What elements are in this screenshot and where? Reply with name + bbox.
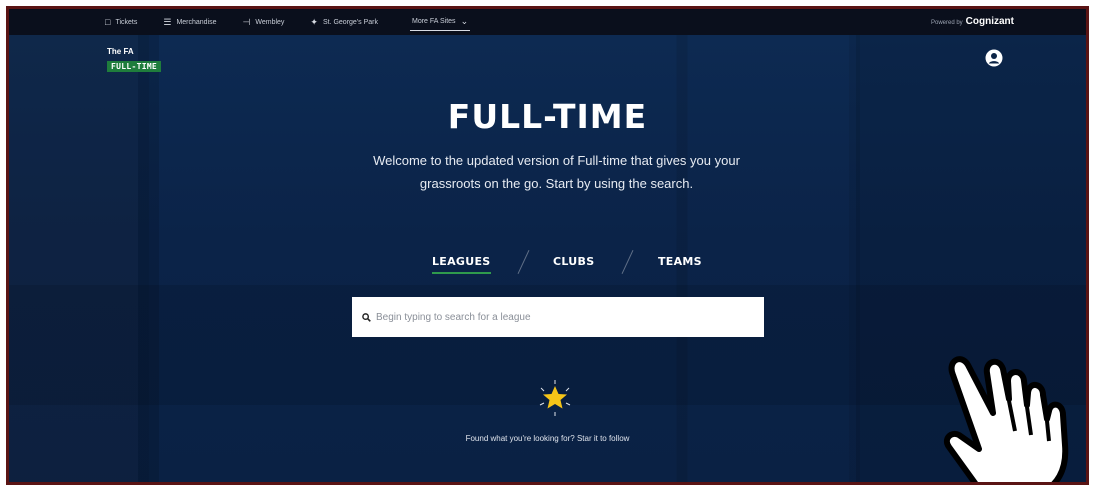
st-georges-park-label: St. George's Park [322, 18, 378, 26]
tickets-label: Tickets [115, 18, 138, 26]
tab-teams[interactable]: TEAMS [658, 255, 702, 268]
search-input[interactable] [376, 311, 756, 323]
merchandise-label: Merchandise [176, 18, 217, 26]
follow-hint-text: Found what you're looking for? Star it t… [465, 434, 630, 443]
league-search-box[interactable] [352, 297, 764, 337]
user-account-icon[interactable] [985, 49, 1003, 67]
cognizant-logo: Cognizant [965, 16, 1014, 27]
chevron-down-icon: ⌄ [460, 15, 469, 26]
stadium-icon: ⊣ [242, 16, 251, 27]
tab-divider [621, 250, 634, 274]
welcome-line-2: grassroots on the go. Start by using the… [419, 176, 694, 191]
utility-bar: □ Tickets ☰ Merchandise ⊣ Wembley ✦ St. … [9, 9, 1086, 35]
ticket-icon: □ [105, 17, 111, 27]
hero-section: The FA FULL-TIME FULL-TIME Welcome to th… [9, 35, 1086, 482]
st-georges-park-link[interactable]: ✦ St. George's Park [310, 9, 378, 35]
search-icon [362, 312, 371, 322]
plane-icon: ✦ [310, 16, 318, 27]
tab-clubs[interactable]: CLUBS [553, 255, 594, 268]
wembley-label: Wembley [255, 18, 285, 26]
more-fa-sites-label: More FA Sites [411, 17, 456, 25]
hand-pointer-cursor-icon [943, 356, 1069, 482]
powered-by[interactable]: Powered by Cognizant [931, 16, 1014, 27]
powered-by-label: Powered by [930, 20, 963, 26]
search-type-tabs: LEAGUES CLUBS TEAMS [9, 249, 1086, 279]
screenshot-frame: □ Tickets ☰ Merchandise ⊣ Wembley ✦ St. … [6, 6, 1089, 485]
page-title: FULL-TIME [447, 97, 648, 136]
shopping-cart-icon: ☰ [163, 16, 172, 27]
welcome-line-1: Welcome to the updated version of Full-t… [373, 153, 740, 168]
merchandise-link[interactable]: ☰ Merchandise [163, 9, 216, 35]
tab-divider [517, 250, 530, 274]
more-fa-sites-dropdown[interactable]: More FA Sites ⌄ [409, 14, 471, 31]
wembley-link[interactable]: ⊣ Wembley [243, 9, 285, 35]
utility-links: □ Tickets ☰ Merchandise ⊣ Wembley ✦ St. … [9, 9, 496, 35]
logo-the-fa: The FA [107, 47, 134, 56]
logo-full-time: FULL-TIME [107, 61, 162, 72]
star-icon[interactable] [535, 378, 575, 418]
tickets-link[interactable]: □ Tickets [105, 9, 137, 35]
welcome-text: Welcome to the updated version of Full-t… [349, 149, 764, 195]
fa-full-time-logo[interactable]: The FA FULL-TIME [107, 47, 162, 74]
tab-leagues[interactable]: LEAGUES [432, 255, 491, 274]
